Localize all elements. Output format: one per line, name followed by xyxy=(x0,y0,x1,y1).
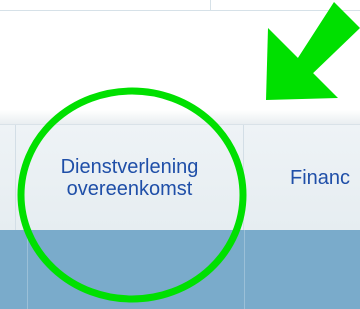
top-divider xyxy=(210,0,211,10)
sub-navigation-bar xyxy=(0,230,360,309)
header-area xyxy=(0,11,360,121)
header-shadow xyxy=(0,110,360,124)
nav-tab-label: Financ xyxy=(290,166,351,189)
sub-divider xyxy=(27,230,28,309)
main-navigation: Dienstverlening overeenkomst Financ xyxy=(0,124,360,230)
nav-tab-label-line2: overeenkomst xyxy=(66,177,193,200)
nav-tab-previous[interactable] xyxy=(0,125,16,230)
top-strip xyxy=(0,0,360,11)
nav-tab-dienstverlening-overeenkomst[interactable]: Dienstverlening overeenkomst xyxy=(16,125,244,230)
sub-divider xyxy=(244,230,245,309)
nav-tab-financ[interactable]: Financ xyxy=(244,125,360,230)
nav-tab-label-line1: Dienstverlening xyxy=(60,155,199,178)
